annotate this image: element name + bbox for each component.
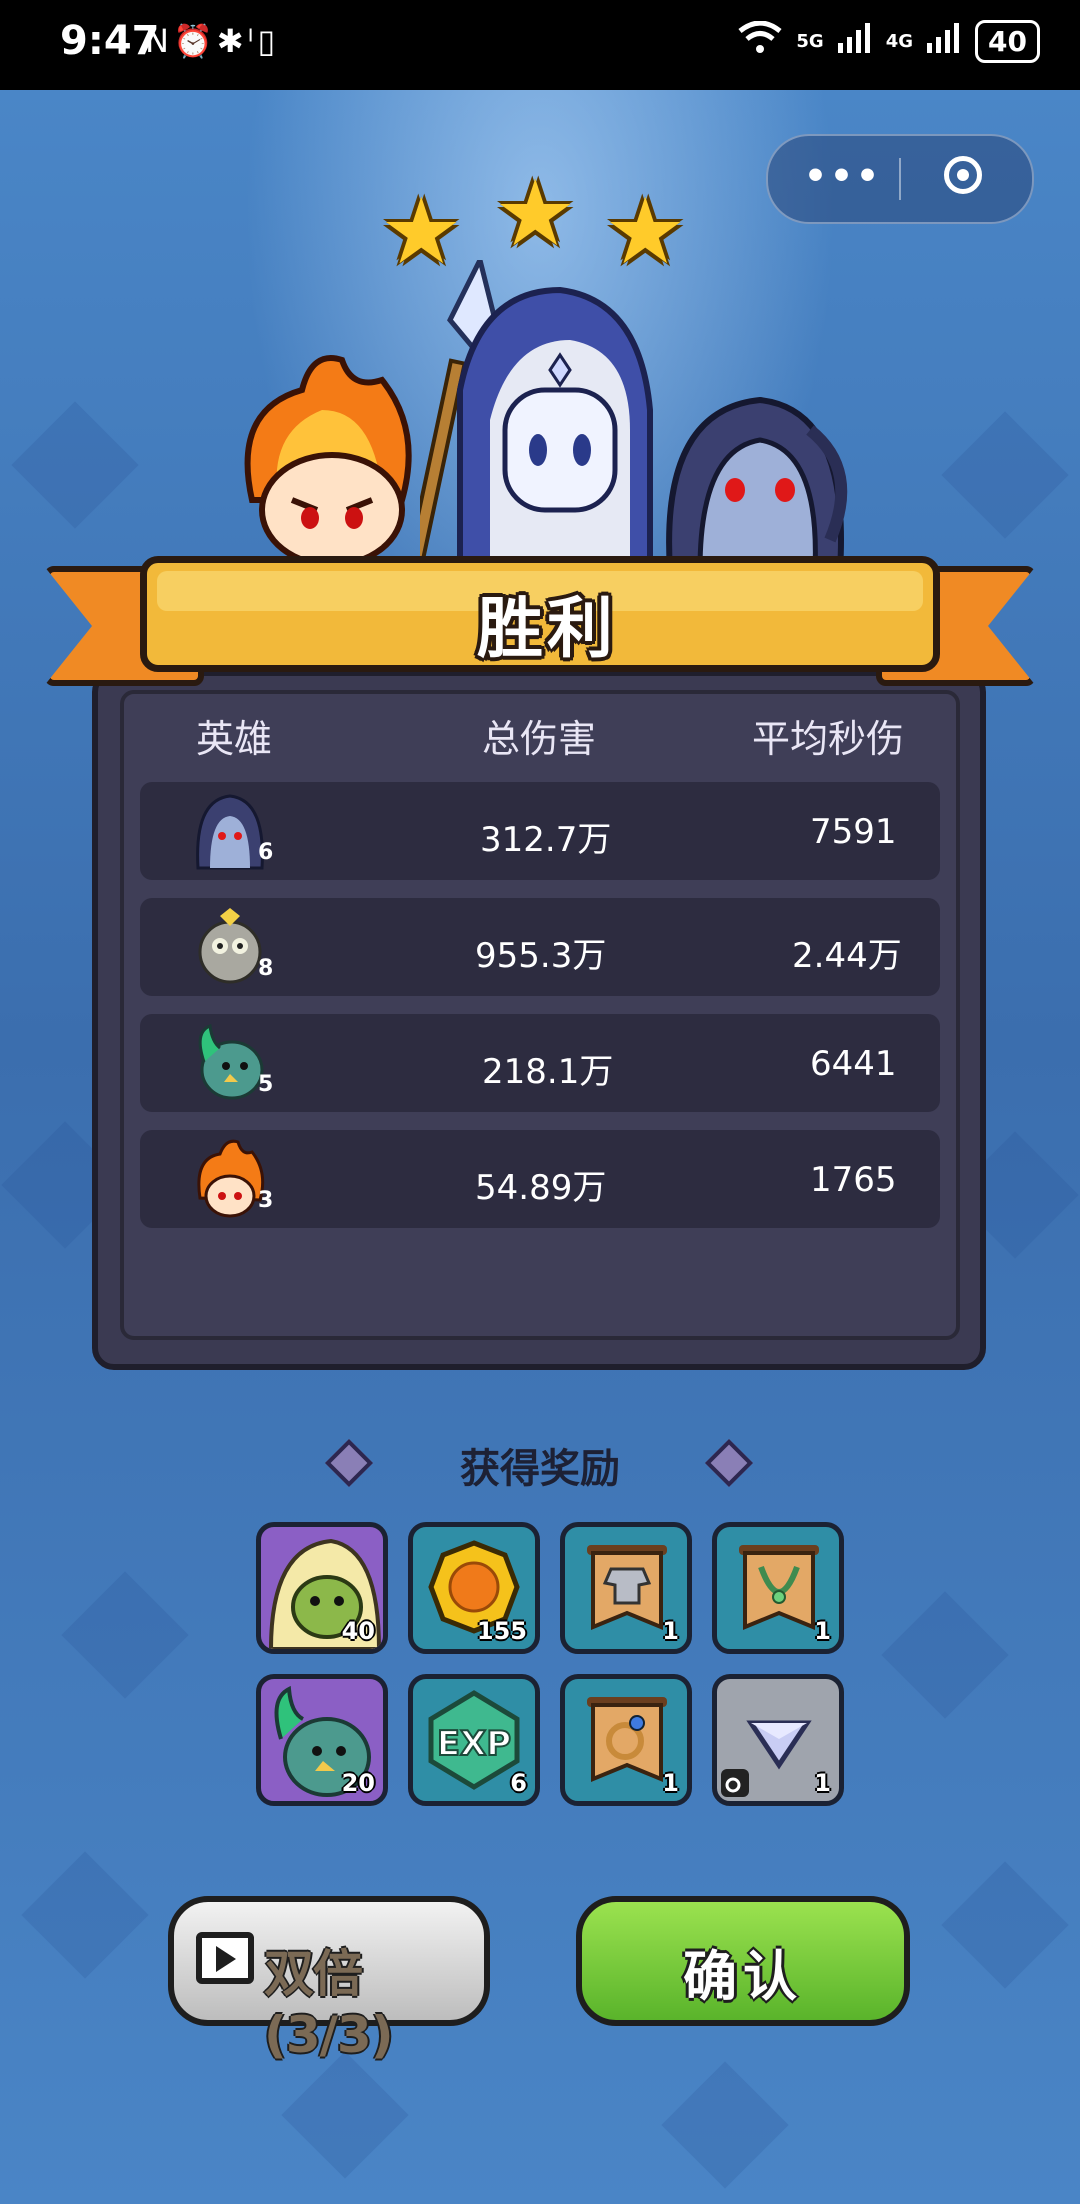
table-row: 8 955.3万 2.44万 bbox=[140, 898, 940, 996]
signal-bars-icon bbox=[837, 23, 872, 60]
avg-dps-value: 2.44万 bbox=[792, 936, 902, 976]
reward-count: 1 bbox=[662, 1617, 679, 1645]
reward-item[interactable]: EXP 6 bbox=[408, 1674, 540, 1806]
fire-hero-portrait bbox=[244, 355, 412, 560]
avg-dps-value: 1765 bbox=[810, 1160, 897, 1200]
double-reward-button[interactable]: 双倍(3/3) bbox=[168, 1896, 490, 2064]
status-left-icons: N⏰✱ᴵ▯ bbox=[145, 22, 280, 60]
header-total-damage: 总伤害 bbox=[482, 717, 597, 761]
table-row: 6 312.7万 7591 bbox=[140, 782, 940, 880]
signal-5g-icon: 5G bbox=[796, 31, 824, 52]
victory-banner: 胜利 bbox=[140, 556, 940, 672]
hero-level: 3 bbox=[258, 1188, 274, 1213]
dark-elf-hero-portrait bbox=[666, 396, 848, 570]
svg-text:EXP: EXP bbox=[437, 1724, 511, 1764]
status-right-icons: 5G 4G 40 bbox=[738, 20, 1040, 63]
wifi-icon bbox=[738, 20, 782, 62]
table-row: 3 54.89万 1765 bbox=[140, 1130, 940, 1228]
header-avg-dps: 平均秒伤 bbox=[752, 717, 905, 761]
reward-item[interactable]: 40 bbox=[256, 1522, 388, 1654]
battery-indicator: 40 bbox=[975, 20, 1040, 63]
reward-item[interactable]: 1 bbox=[712, 1522, 844, 1654]
confirm-label: 确认 bbox=[683, 1945, 803, 2008]
hero-level: 6 bbox=[258, 840, 274, 865]
reward-item[interactable]: 1 bbox=[560, 1522, 692, 1654]
hero-level: 5 bbox=[258, 1072, 274, 1097]
reward-count: 1 bbox=[662, 1769, 679, 1797]
rewards-title: 获得奖励 bbox=[460, 1446, 620, 1492]
tv-ad-icon bbox=[196, 1932, 254, 1984]
avg-dps-value: 6441 bbox=[810, 1044, 897, 1084]
total-damage-value: 54.89万 bbox=[475, 1168, 607, 1208]
total-damage-value: 312.7万 bbox=[480, 820, 612, 860]
reward-item[interactable]: 1 bbox=[560, 1674, 692, 1806]
victory-title: 胜利 bbox=[477, 590, 617, 667]
reward-count: 1 bbox=[814, 1617, 831, 1645]
confirm-button[interactable]: 确认 bbox=[576, 1896, 910, 2026]
double-reward-label: 双倍(3/3) bbox=[264, 1945, 394, 2064]
table-row: 5 218.1万 6441 bbox=[140, 1014, 940, 1112]
reward-count: 20 bbox=[341, 1769, 375, 1797]
reward-count: 6 bbox=[510, 1769, 527, 1797]
avg-dps-value: 7591 bbox=[810, 812, 897, 852]
status-bar: 9:47 N⏰✱ᴵ▯ 5G 4G 40 bbox=[0, 0, 1080, 90]
reward-count: 40 bbox=[341, 1617, 375, 1645]
star-icon-2: ★ bbox=[494, 160, 577, 267]
reward-count: 155 bbox=[476, 1617, 527, 1645]
mage-hero-portrait bbox=[420, 260, 653, 560]
reward-count: 1 bbox=[814, 1769, 831, 1797]
signal-4g-icon: 4G bbox=[885, 31, 914, 52]
total-damage-value: 955.3万 bbox=[475, 936, 607, 976]
signal-bars-icon-2 bbox=[927, 23, 961, 60]
reward-item[interactable]: 20 bbox=[256, 1674, 388, 1806]
total-damage-value: 218.1万 bbox=[482, 1052, 614, 1092]
mini-program-capsule: ••• bbox=[766, 134, 1034, 224]
reward-item[interactable]: 1 bbox=[712, 1674, 844, 1806]
close-target-button[interactable] bbox=[944, 156, 982, 194]
more-menu-button[interactable]: ••• bbox=[804, 156, 882, 197]
hero-level: 8 bbox=[258, 956, 274, 981]
reward-item[interactable]: 155 bbox=[408, 1522, 540, 1654]
header-hero: 英雄 bbox=[196, 717, 273, 761]
capsule-divider bbox=[899, 158, 901, 200]
